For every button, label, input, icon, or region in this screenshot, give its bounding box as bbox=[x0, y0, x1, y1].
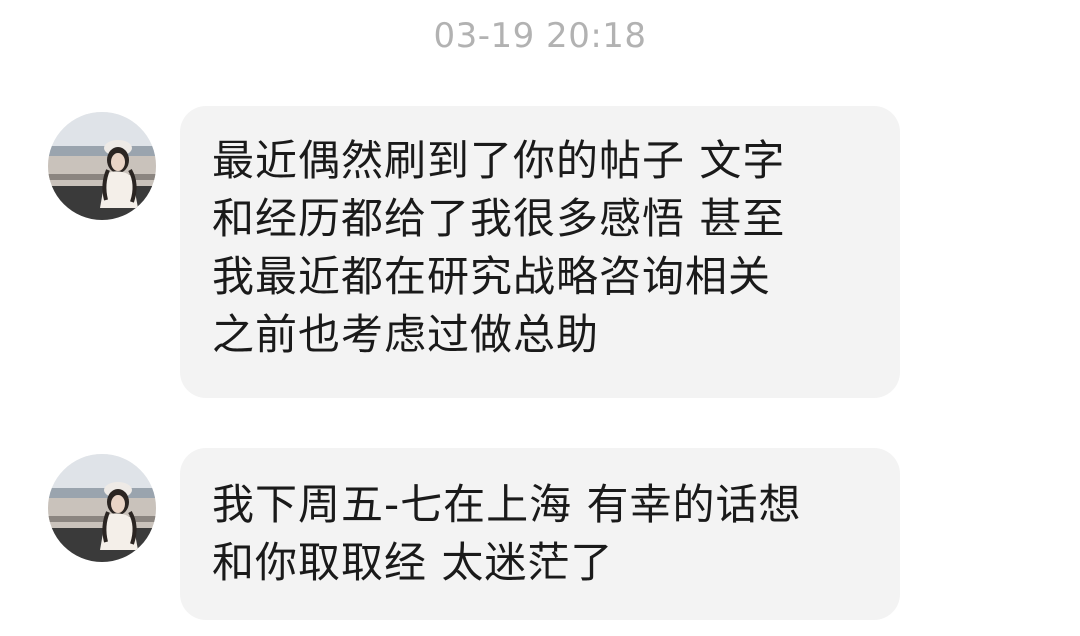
chat-screen: 03-19 20:18 最近偶然刷到了你的帖子 文字 和经历都给了我很多感悟 甚… bbox=[0, 0, 1080, 636]
avatar-photo-icon bbox=[48, 454, 156, 562]
avatar-photo-icon bbox=[48, 112, 156, 220]
message-text: 最近偶然刷到了你的帖子 文字 和经历都给了我很多感悟 甚至 我最近都在研究战略咨… bbox=[212, 136, 786, 359]
contact-avatar[interactable] bbox=[48, 112, 156, 220]
message-text: 我下周五-七在上海 有幸的话想 和你取取经 太迷茫了 bbox=[212, 480, 802, 587]
contact-avatar[interactable] bbox=[48, 454, 156, 562]
message-bubble[interactable]: 最近偶然刷到了你的帖子 文字 和经历都给了我很多感悟 甚至 我最近都在研究战略咨… bbox=[180, 106, 900, 398]
message-timestamp: 03-19 20:18 bbox=[433, 16, 647, 56]
message-bubble[interactable]: 我下周五-七在上海 有幸的话想 和你取取经 太迷茫了 bbox=[180, 448, 900, 620]
